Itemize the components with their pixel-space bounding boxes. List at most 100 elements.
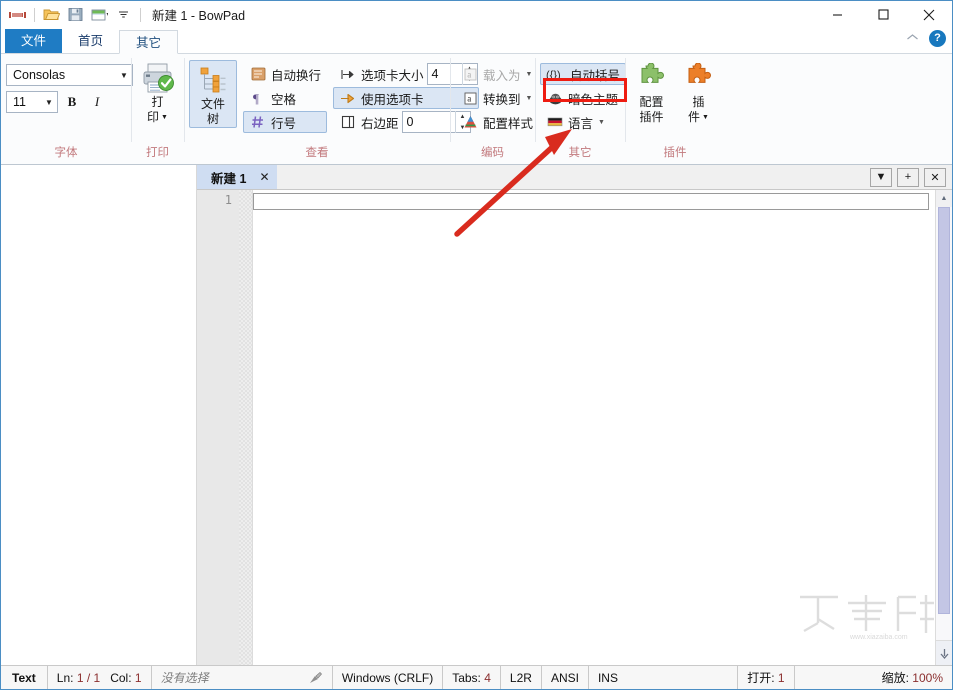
svg-text:a: a (467, 93, 471, 103)
close-tab-button[interactable]: ✕ (924, 167, 946, 187)
maximize-button[interactable] (860, 1, 906, 28)
style-palette-icon (461, 114, 479, 130)
config-plugins-button[interactable]: 配置 插件 (630, 58, 673, 125)
document-tab-bar: 新建 1 ✕ ▼ + ✕ (197, 165, 952, 190)
status-direction[interactable]: L2R (501, 666, 542, 689)
config-plugins-label-line1: 配置 (639, 95, 664, 109)
status-zoom-value: 100% (912, 670, 943, 685)
status-zoom-label: 缩放: (881, 671, 909, 685)
current-line-highlight (253, 193, 929, 210)
auto-wrap-button[interactable]: 自动换行 (243, 63, 327, 85)
new-tab-button[interactable]: + (897, 167, 919, 187)
ribbon-tab-strip: 文件 首页 其它 ? (1, 28, 952, 54)
status-col-value: 1 (134, 670, 142, 685)
status-zoom[interactable]: 缩放: 100% (873, 666, 952, 689)
window-controls (814, 1, 952, 28)
status-selection: 没有选择 (160, 671, 209, 685)
other-column: ({}) 自动括号 暗色主题 语言 ▼ (540, 58, 627, 133)
bold-button[interactable]: B (61, 91, 83, 113)
bowpad-logo-icon[interactable] (7, 5, 28, 25)
font-name-combo[interactable]: Consolas ▼ (6, 64, 133, 86)
group-label-font: 字体 (54, 147, 78, 159)
file-tree-panel[interactable] (1, 165, 197, 667)
tab-bar-buttons: ▼ + ✕ (870, 165, 952, 189)
auto-brackets-button[interactable]: ({}) 自动括号 (540, 63, 627, 85)
status-tabs-label: Tabs: (452, 670, 481, 685)
status-tabs[interactable]: Tabs: 4 (443, 666, 501, 689)
group-label-other: 其它 (568, 147, 592, 159)
tab-list-dropdown[interactable]: ▼ (870, 167, 892, 187)
status-doc-type[interactable]: Text (1, 666, 48, 689)
dark-theme-button[interactable]: 暗色主题 (540, 87, 626, 109)
plugins-label-line1: 插 (692, 95, 705, 109)
macro-record-icon (310, 671, 323, 683)
arrow-right-icon (339, 90, 357, 106)
file-tree-label-line1: 文件 (200, 97, 225, 111)
ribbon-group-font: Consolas ▼ 11 ▼ B I 字体 (1, 54, 133, 164)
brackets-icon: ({}) (546, 66, 566, 82)
view-toggles-column: 自动换行 ¶ 空格 行号 (243, 58, 328, 133)
language-button[interactable]: 语言 ▼ (540, 111, 626, 133)
svg-text:a: a (467, 69, 471, 79)
printer-icon (141, 61, 175, 95)
chevron-up-icon[interactable] (906, 33, 919, 45)
status-caret-position[interactable]: Ln: 1 / 1 Col: 1 (48, 666, 152, 689)
chevron-down-icon: ▼ (525, 70, 533, 78)
margin-icon (339, 114, 357, 130)
convert-to-button[interactable]: a 转换到 ▼ (455, 87, 539, 109)
whitespace-button[interactable]: ¶ 空格 (243, 87, 327, 109)
pilcrow-icon: ¶ (249, 90, 267, 106)
auto-wrap-label: 自动换行 (271, 68, 322, 83)
customize-qat-icon[interactable] (113, 5, 134, 25)
new-window-icon[interactable] (89, 5, 110, 25)
vertical-scrollbar[interactable]: ▲ (935, 190, 952, 667)
help-button[interactable]: ? (929, 30, 946, 47)
document-tab-close-icon[interactable]: ✕ (259, 170, 269, 184)
font-size-combo[interactable]: 11 ▼ (6, 91, 58, 113)
qat-separator-1 (34, 7, 35, 22)
open-file-icon[interactable] (41, 5, 62, 25)
chevron-down-icon: ▼ (45, 97, 53, 107)
scroll-down-arrow[interactable] (936, 640, 952, 667)
encoding-column: a 载入为 ▼ a 转换到 ▼ 配置样式 (455, 58, 539, 133)
print-button[interactable]: 打 印 ▼ (136, 58, 179, 125)
load-as-button[interactable]: a 载入为 ▼ (455, 63, 539, 85)
save-icon[interactable] (65, 5, 86, 25)
convert-encoding-icon: a (461, 90, 479, 106)
word-wrap-icon (249, 66, 267, 82)
scrollbar-track[interactable] (936, 207, 952, 640)
tab-other[interactable]: 其它 (119, 30, 179, 54)
print-label-line1: 打 (151, 95, 164, 109)
close-button[interactable] (906, 1, 952, 28)
italic-button[interactable]: I (86, 91, 108, 113)
fold-margin[interactable] (239, 190, 253, 667)
hash-icon (249, 114, 267, 130)
file-tree-button[interactable]: 文件 树 (189, 60, 237, 128)
tab-bar-spacer (277, 165, 871, 189)
status-encoding[interactable]: ANSI (542, 666, 589, 689)
status-open-count[interactable]: 打开: 1 (738, 666, 795, 689)
ribbon-tab-right-controls: ? (906, 30, 946, 47)
auto-brackets-label: 自动括号 (570, 68, 621, 83)
scroll-up-arrow[interactable]: ▲ (936, 190, 952, 207)
status-open-label: 打开: (747, 671, 775, 685)
whitespace-label: 空格 (271, 92, 297, 107)
line-numbers-button[interactable]: 行号 (243, 111, 328, 133)
file-tree-label-line2: 树 (206, 112, 219, 126)
scrollbar-thumb[interactable] (938, 207, 950, 614)
tab-home[interactable]: 首页 (62, 29, 119, 53)
status-bar: Text Ln: 1 / 1 Col: 1 没有选择 Windows (CRLF… (1, 665, 952, 689)
status-macro-button[interactable] (300, 666, 333, 689)
plugins-button[interactable]: 插 件 ▼ (677, 58, 720, 125)
code-area[interactable] (253, 190, 935, 667)
tab-file[interactable]: 文件 (5, 29, 63, 53)
chevron-down-icon: ▼ (120, 70, 128, 80)
document-tab[interactable]: 新建 1 ✕ (197, 165, 277, 189)
editor-body: 1 ▲ (197, 190, 952, 667)
status-insert-mode[interactable]: INS (589, 666, 739, 689)
minimize-button[interactable] (814, 1, 860, 28)
config-style-button[interactable]: 配置样式 (455, 111, 539, 133)
chevron-down-icon: ▼ (161, 114, 168, 122)
status-eol[interactable]: Windows (CRLF) (333, 666, 444, 689)
right-margin-label: 右边距 (361, 116, 399, 131)
